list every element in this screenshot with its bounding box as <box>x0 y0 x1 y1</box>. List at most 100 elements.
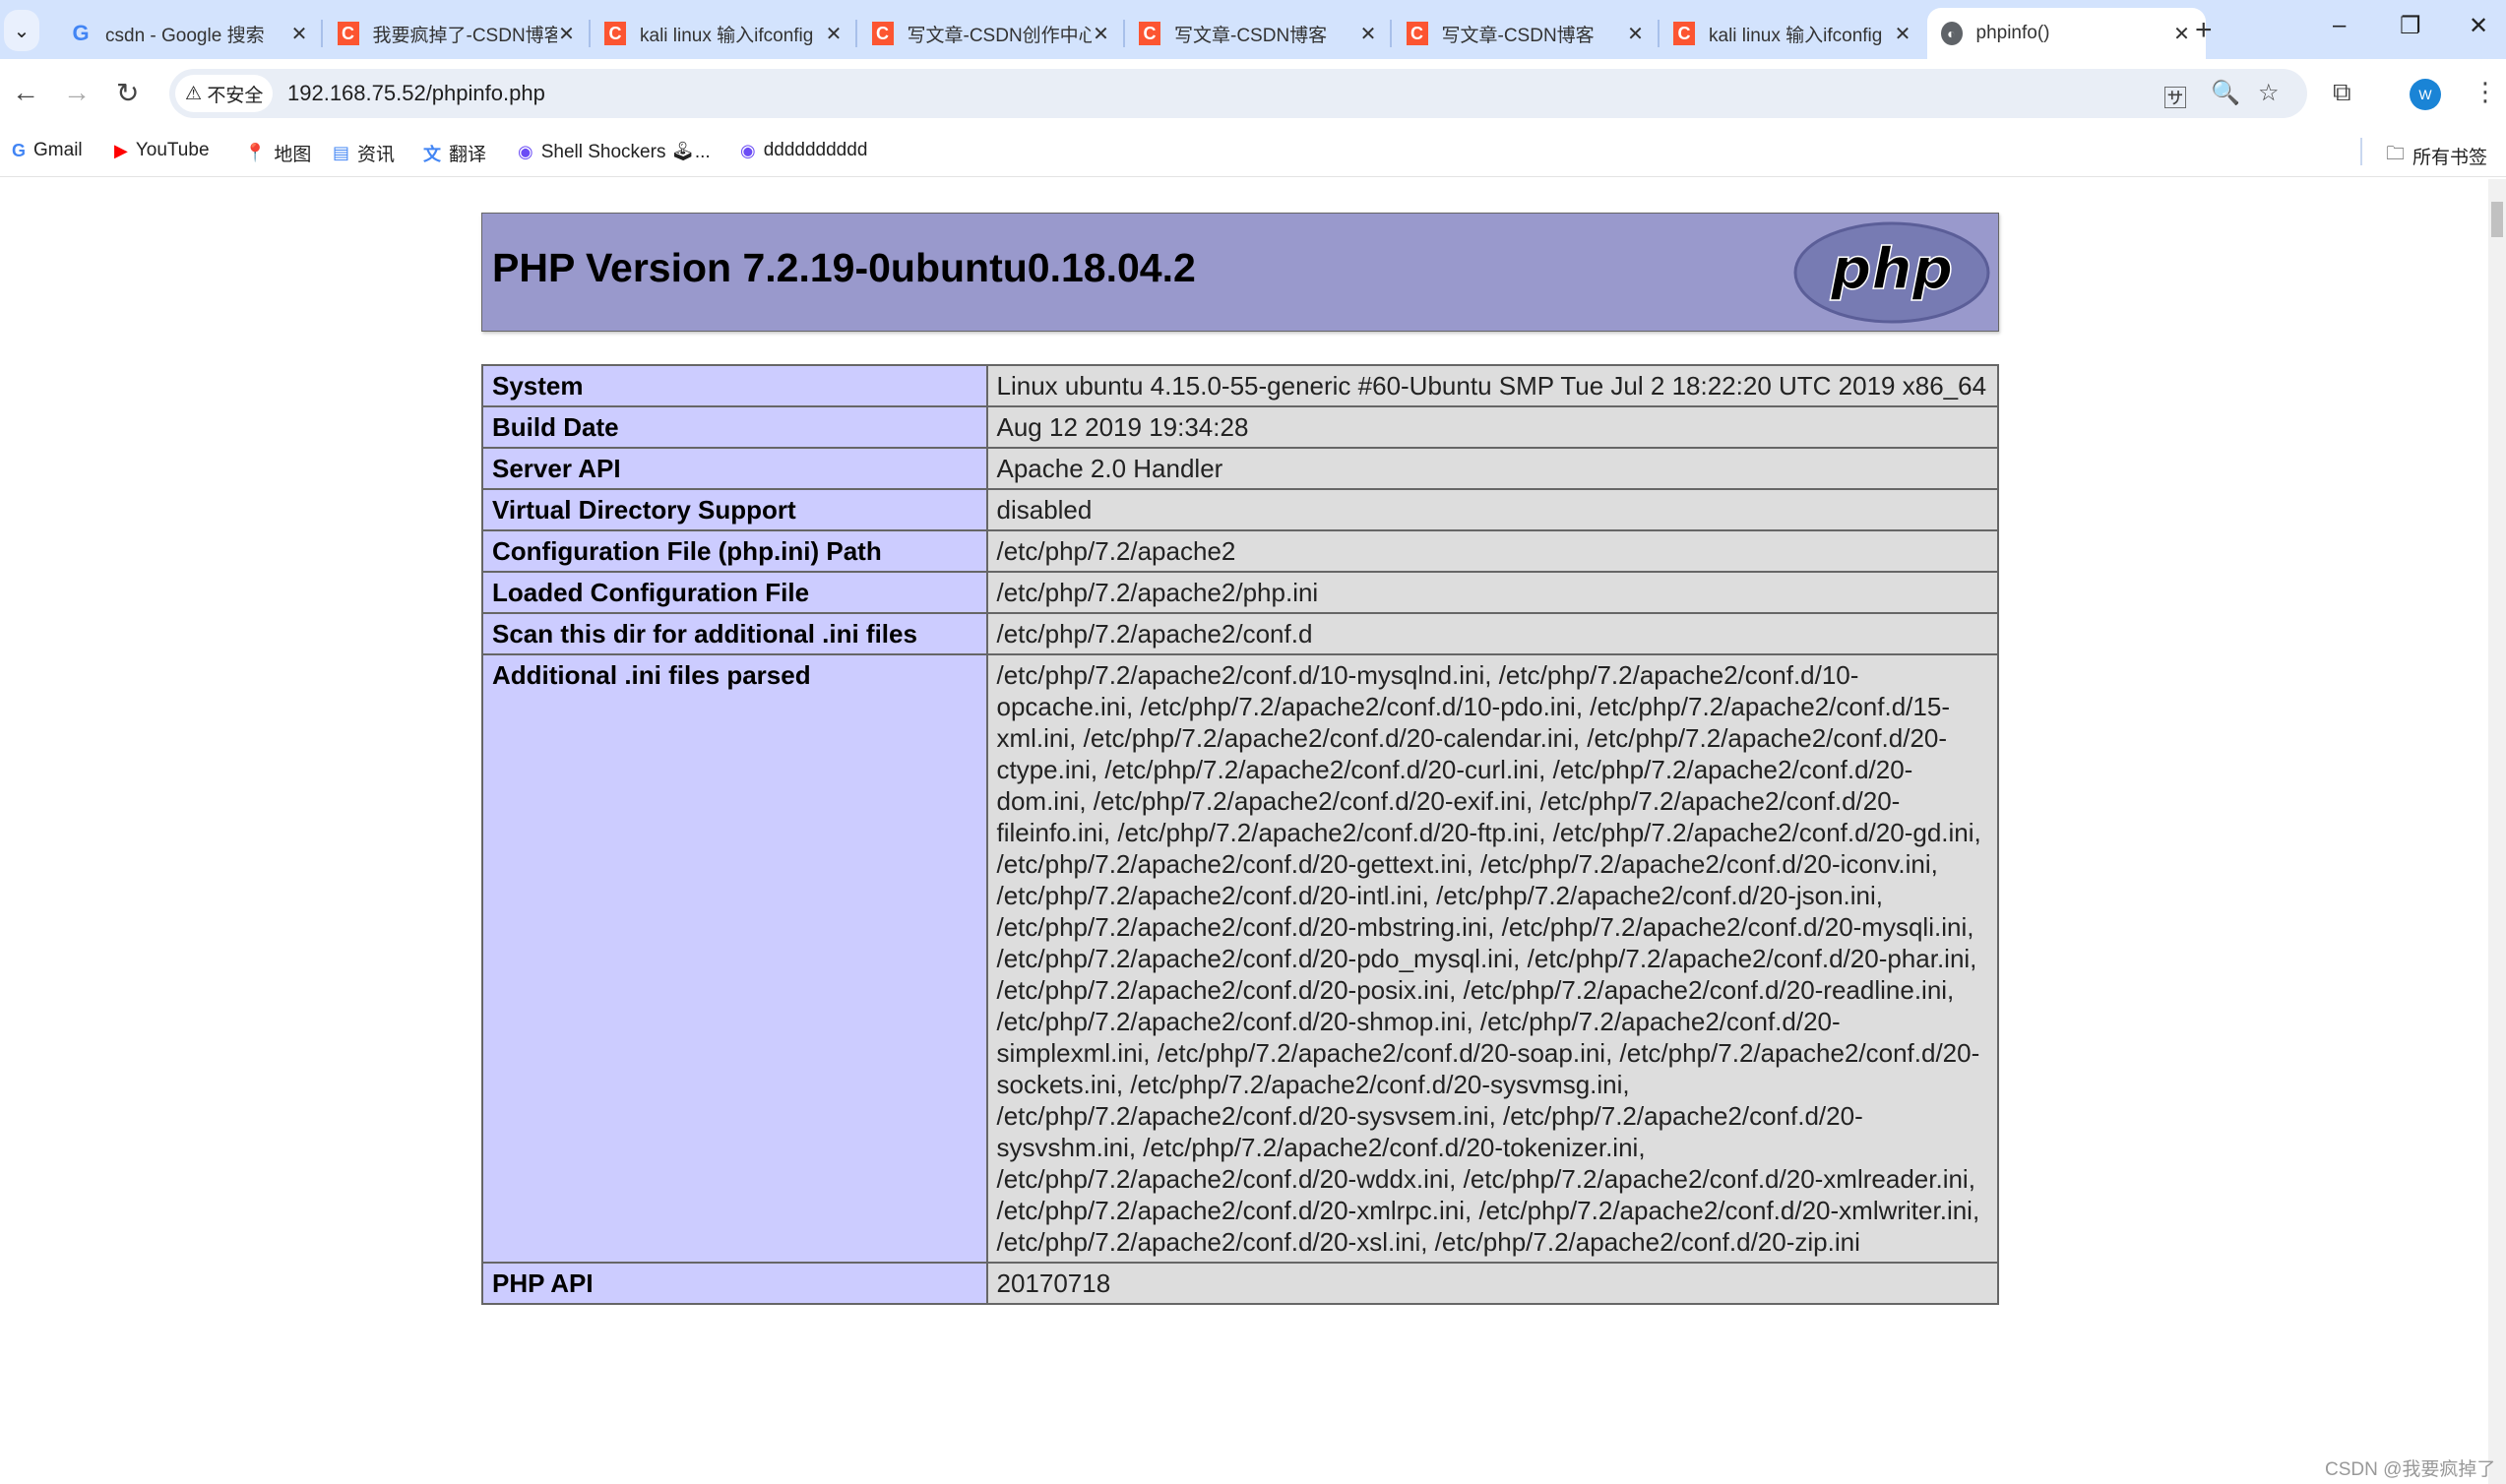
bookmark-item[interactable]: G Gmail <box>12 140 83 161</box>
reload-button[interactable]: ↻ <box>116 77 139 109</box>
close-tab-icon[interactable]: ✕ <box>1893 22 1912 46</box>
shell-icon: ◉ <box>740 140 756 160</box>
tab-title: 写文章-CSDN博客 <box>1174 25 1328 46</box>
tab-search-button[interactable]: ⌄ <box>4 10 39 51</box>
tab[interactable]: C 我要疯掉了-CSDN博客 ✕ <box>324 8 591 59</box>
zoom-icon[interactable]: 🔍 <box>2211 79 2240 107</box>
row-key: Virtual Directory Support <box>481 488 988 531</box>
scrollbar-thumb[interactable] <box>2491 202 2503 237</box>
address-bar[interactable]: ⚠ 不安全 192.168.75.52/phpinfo.php 🈂 🔍 ☆ <box>169 69 2307 118</box>
toolbar: ← → ↻ ⚠ 不安全 192.168.75.52/phpinfo.php 🈂 … <box>0 59 2506 130</box>
row-value: Linux ubuntu 4.15.0-55-generic #60-Ubunt… <box>985 364 1999 407</box>
tab-title: 我要疯掉了-CSDN博客 <box>372 25 557 46</box>
scrollbar[interactable] <box>2488 179 2506 1484</box>
table-row: System Linux ubuntu 4.15.0-55-generic #60… <box>481 364 1999 407</box>
info-table: System Linux ubuntu 4.15.0-55-generic #60… <box>481 364 1999 1305</box>
row-value: /etc/php/7.2/apache2/php.ini <box>985 571 1999 614</box>
page-content: PHP Version 7.2.19-0ubuntu0.18.04.2 php … <box>0 179 2488 1484</box>
avatar[interactable]: W <box>2410 79 2441 110</box>
table-row: Build Date Aug 12 2019 19:34:28 <box>481 405 1999 449</box>
tab[interactable]: Ckali linux 输入ifconfig ✕ <box>591 8 857 59</box>
bookmarks-bar: G Gmail ▶ YouTube 📍 地图 ▤ 资讯 文翻译 ◉ Shell Shockers 🕹… <box>0 130 2506 177</box>
tab[interactable]: ◐ phpinfo() ✕ <box>1926 8 2206 59</box>
chevron-down-icon: ⌄ <box>13 20 31 42</box>
warning-icon: ⚠ <box>185 83 208 104</box>
bookmark-item[interactable]: 文翻译 <box>423 140 486 166</box>
translate-icon: 文 <box>423 144 441 164</box>
menu-icon[interactable]: ⋮ <box>2473 77 2498 107</box>
table-row: Additional .ini files parsed/etc/php/7.2… <box>481 653 1999 1264</box>
row-key: Additional .ini files parsed <box>481 653 988 1264</box>
bookmark-item[interactable]: ▤ 资讯 <box>333 140 395 166</box>
row-key: Build Date <box>481 405 988 449</box>
google-icon: G <box>72 21 90 45</box>
close-tab-icon[interactable]: ✕ <box>824 22 844 46</box>
row-key: Scan this dir for additional .ini files <box>481 612 988 655</box>
tab-strip: ⌄ Gcsdn - Google 搜索 ✕ C 我要疯掉了-CSDN博客 ✕ Ckali … <box>0 0 2506 59</box>
page-title: PHP Version 7.2.19-0ubuntu0.18.04.2 <box>492 245 1196 290</box>
row-value: 20170718 <box>985 1262 1999 1305</box>
close-tab-icon[interactable]: ✕ <box>557 22 577 46</box>
row-key: Loaded Configuration File <box>481 571 988 614</box>
security-chip[interactable]: ⚠ 不安全 <box>175 75 274 112</box>
all-bookmarks-button[interactable]: 🗀 所有书签 <box>2386 140 2487 171</box>
tab[interactable]: Gcsdn - Google 搜索 ✕ <box>56 8 323 59</box>
extensions-icon[interactable]: ⧉ <box>2333 77 2351 108</box>
table-row: Virtual Directory Support disabled <box>481 488 1999 531</box>
news-icon: ▤ <box>333 143 350 162</box>
row-value: Aug 12 2019 19:34:28 <box>985 405 1999 449</box>
forward-button[interactable]: → <box>63 77 91 108</box>
row-key: PHP API <box>481 1262 988 1305</box>
close-tab-icon[interactable]: ✕ <box>1626 22 1646 46</box>
youtube-icon: ▶ <box>114 140 128 160</box>
row-value: Apache 2.0 Handler <box>985 447 1999 490</box>
row-key: Server API <box>481 447 988 490</box>
php-logo: php <box>1793 221 1990 324</box>
row-value: /etc/php/7.2/apache2 <box>985 529 1999 573</box>
back-button[interactable]: ← <box>12 77 39 108</box>
restore-button[interactable]: ❐ <box>2400 12 2421 40</box>
shell-icon: ◉ <box>518 141 533 161</box>
csdn-icon: C <box>604 22 626 45</box>
divider <box>2360 138 2362 165</box>
tab-title: kali linux 输入ifconfig <box>1709 25 1883 46</box>
close-window-button[interactable]: ✕ <box>2469 12 2488 40</box>
watermark: CSDN @我要疯掉了 <box>2325 1459 2496 1480</box>
csdn-icon: C <box>1673 22 1695 45</box>
bookmark-item[interactable]: 📍 地图 <box>244 140 311 166</box>
tab[interactable]: C 写文章-CSDN博客 ✕ <box>1125 8 1392 59</box>
csdn-icon: C <box>1406 22 1428 45</box>
bookmark-item[interactable]: ◉ dddddddddd <box>740 140 867 161</box>
star-icon[interactable]: ☆ <box>2258 79 2280 107</box>
row-value: /etc/php/7.2/apache2/conf.d <box>985 612 1999 655</box>
close-tab-icon[interactable]: ✕ <box>1092 22 1111 46</box>
new-tab-button[interactable]: + <box>2195 14 2213 47</box>
row-value: disabled <box>985 488 1999 531</box>
tab[interactable]: C 写文章-CSDN博客 ✕ <box>1393 8 1660 59</box>
row-value: /etc/php/7.2/apache2/conf.d/10-mysqlnd.i… <box>985 653 1999 1264</box>
tab-title: kali linux 输入ifconfig <box>640 25 814 46</box>
close-tab-icon[interactable]: ✕ <box>1358 22 1378 46</box>
row-key: Configuration File (php.ini) Path <box>481 529 988 573</box>
csdn-icon: C <box>871 22 894 45</box>
csdn-icon: C <box>1139 22 1160 45</box>
table-row: Scan this dir for additional .ini files /… <box>481 612 1999 655</box>
tab-title: 写文章-CSDN创作中心 <box>907 25 1092 46</box>
bookmark-item[interactable]: ▶ YouTube <box>114 140 210 161</box>
globe-icon: ◐ <box>1940 22 1963 45</box>
minimize-button[interactable]: – <box>2333 12 2346 39</box>
close-tab-icon[interactable]: ✕ <box>2172 22 2192 46</box>
csdn-icon: C <box>337 22 359 45</box>
tab[interactable]: Ckali linux 输入ifconfig ✕ <box>1660 8 1926 59</box>
tab[interactable]: C 写文章-CSDN创作中心 ✕ <box>858 8 1125 59</box>
google-icon: G <box>12 140 27 160</box>
php-header: PHP Version 7.2.19-0ubuntu0.18.04.2 php <box>481 213 1999 332</box>
tab-title: phpinfo() <box>1975 23 2050 43</box>
folder-icon: 🗀 <box>2386 144 2406 164</box>
table-row: Loaded Configuration File/etc/php/7.2/ap… <box>481 571 1999 614</box>
translate-icon[interactable]: 🈂 <box>2163 79 2187 113</box>
bookmark-item[interactable]: ◉ Shell Shockers 🕹... <box>518 140 711 163</box>
table-row: Server API Apache 2.0 Handler <box>481 447 1999 490</box>
close-tab-icon[interactable]: ✕ <box>289 22 309 46</box>
url-input[interactable]: 192.168.75.52/phpinfo.php <box>287 81 545 106</box>
